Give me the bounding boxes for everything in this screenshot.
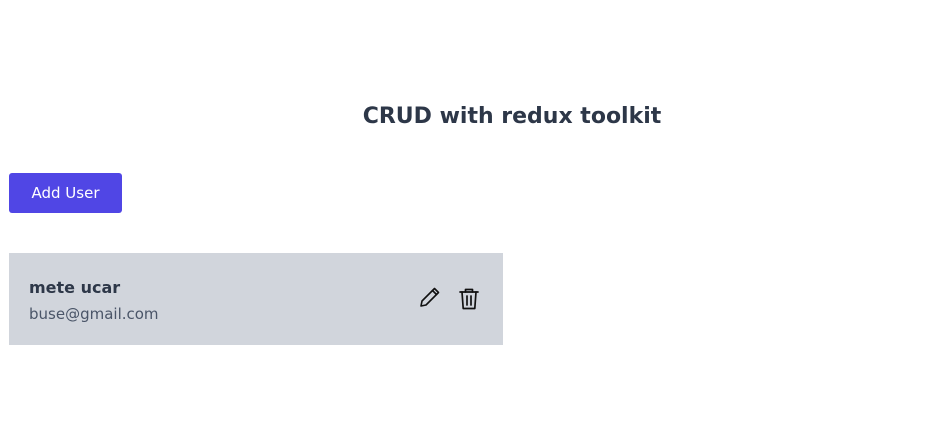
edit-user-button[interactable]: [418, 284, 444, 310]
user-email: buse@gmail.com: [29, 305, 159, 323]
page-title: CRUD with redux toolkit: [362, 104, 662, 129]
delete-user-button[interactable]: [458, 286, 482, 312]
user-name: mete ucar: [29, 278, 121, 297]
trash-icon: [458, 287, 482, 311]
pencil-icon: [418, 285, 444, 309]
app-page: CRUD with redux toolkit Add User mete uc…: [0, 0, 930, 424]
add-user-button[interactable]: Add User: [9, 173, 122, 213]
user-card: mete ucar buse@gmail.com: [9, 253, 503, 345]
